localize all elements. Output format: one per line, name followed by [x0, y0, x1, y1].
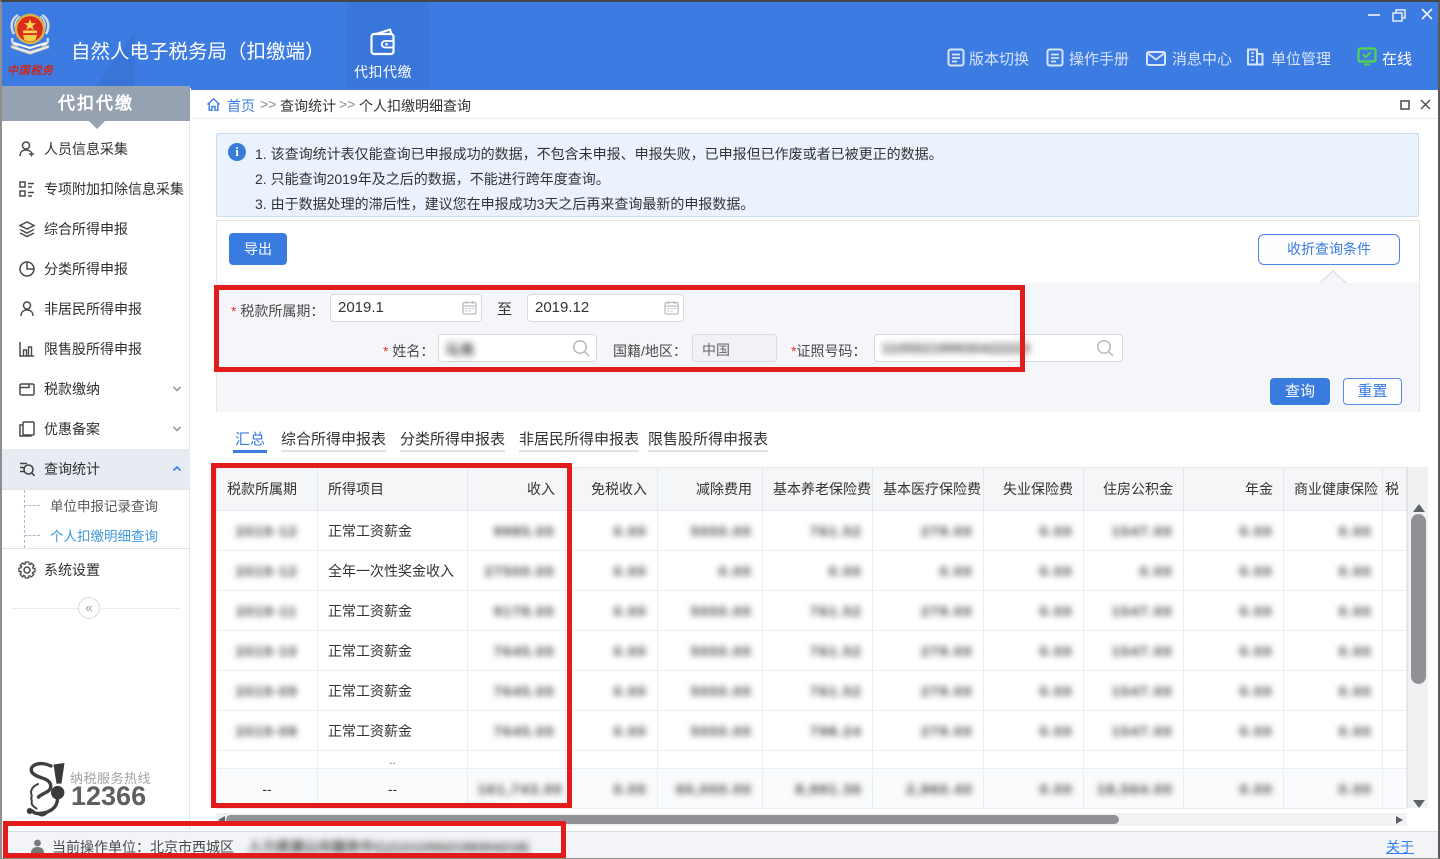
svg-text:中国税务: 中国税务 — [7, 64, 54, 77]
